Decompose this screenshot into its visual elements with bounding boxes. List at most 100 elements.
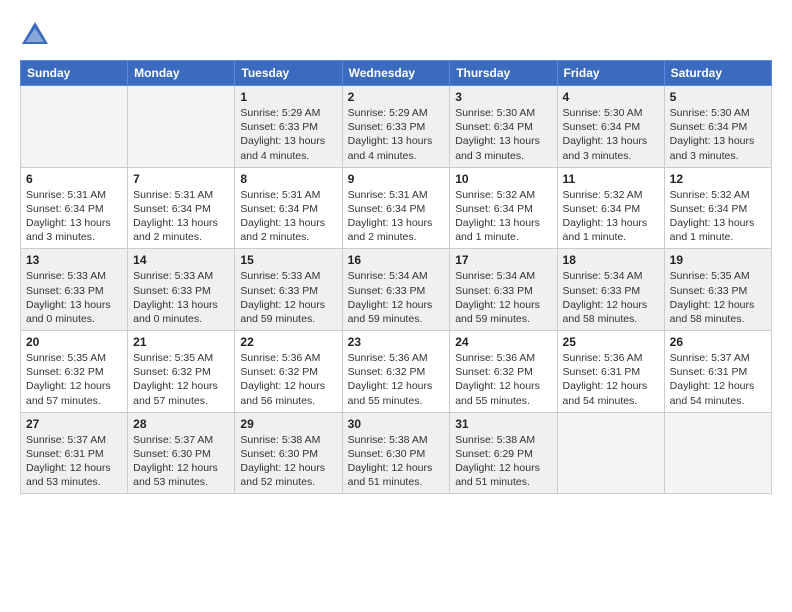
day-info: Sunrise: 5:32 AMSunset: 6:34 PMDaylight:… [670,188,766,245]
day-number: 12 [670,172,766,186]
day-info: Sunrise: 5:32 AMSunset: 6:34 PMDaylight:… [455,188,551,245]
day-number: 8 [240,172,336,186]
calendar-week-row: 20 Sunrise: 5:35 AMSunset: 6:32 PMDayligh… [21,331,772,413]
day-number: 31 [455,417,551,431]
calendar-day-cell: 22Sunrise: 5:36 AMSunset: 6:32 PMDayligh… [235,331,342,413]
calendar-table: SundayMondayTuesdayWednesdayThursdayFrid… [20,60,772,494]
calendar-day-cell: 14 Sunrise: 5:33 AMSunset: 6:33 PMDayligh… [128,249,235,331]
day-info: Sunrise: 5:30 AMSunset: 6:34 PMDaylight:… [563,106,659,163]
calendar-week-row: 1 Sunrise: 5:29 AMSunset: 6:33 PMDaylight… [21,86,772,168]
day-info: Sunrise: 5:32 AMSunset: 6:34 PMDaylight:… [563,188,659,245]
calendar-day-cell: 25 Sunrise: 5:36 AMSunset: 6:31 PMDayligh… [557,331,664,413]
day-number: 14 [133,253,229,267]
calendar-day-cell: 28 Sunrise: 5:37 AMSunset: 6:30 PMDayligh… [128,412,235,494]
day-number: 17 [455,253,551,267]
day-number: 11 [563,172,659,186]
calendar-day-cell: 18Sunrise: 5:34 AMSunset: 6:33 PMDayligh… [557,249,664,331]
day-info: Sunrise: 5:36 AMSunset: 6:31 PMDaylight:… [563,351,659,408]
day-number: 25 [563,335,659,349]
calendar-day-cell: 8 Sunrise: 5:31 AMSunset: 6:34 PMDaylight… [235,167,342,249]
calendar-day-cell: 6 Sunrise: 5:31 AMSunset: 6:34 PMDaylight… [21,167,128,249]
calendar-day-cell: 30Sunrise: 5:38 AMSunset: 6:30 PMDayligh… [342,412,450,494]
weekday-header: Thursday [450,61,557,86]
calendar-day-cell [128,86,235,168]
weekday-header: Wednesday [342,61,450,86]
calendar-day-cell: 12 Sunrise: 5:32 AMSunset: 6:34 PMDayligh… [664,167,771,249]
day-number: 23 [348,335,445,349]
day-number: 19 [670,253,766,267]
weekday-header: Monday [128,61,235,86]
calendar-day-cell: 19 Sunrise: 5:35 AMSunset: 6:33 PMDayligh… [664,249,771,331]
day-number: 1 [240,90,336,104]
day-info: Sunrise: 5:34 AMSunset: 6:33 PMDaylight:… [563,269,659,326]
day-info: Sunrise: 5:38 AMSunset: 6:30 PMDaylight:… [240,433,336,490]
weekday-header: Tuesday [235,61,342,86]
calendar-day-cell: 16 Sunrise: 5:34 AMSunset: 6:33 PMDayligh… [342,249,450,331]
day-info: Sunrise: 5:35 AMSunset: 6:32 PMDaylight:… [133,351,229,408]
calendar-day-cell: 29 Sunrise: 5:38 AMSunset: 6:30 PMDayligh… [235,412,342,494]
day-info: Sunrise: 5:33 AMSunset: 6:33 PMDaylight:… [240,269,336,326]
day-info: Sunrise: 5:37 AMSunset: 6:31 PMDaylight:… [26,433,122,490]
day-number: 27 [26,417,122,431]
day-number: 26 [670,335,766,349]
day-number: 30 [348,417,445,431]
calendar-day-cell: 23 Sunrise: 5:36 AMSunset: 6:32 PMDayligh… [342,331,450,413]
day-info: Sunrise: 5:31 AMSunset: 6:34 PMDaylight:… [240,188,336,245]
day-number: 4 [563,90,659,104]
day-number: 6 [26,172,122,186]
calendar-day-cell: 20 Sunrise: 5:35 AMSunset: 6:32 PMDayligh… [21,331,128,413]
day-info: Sunrise: 5:30 AMSunset: 6:34 PMDaylight:… [670,106,766,163]
day-number: 9 [348,172,445,186]
calendar-week-row: 13Sunrise: 5:33 AMSunset: 6:33 PMDayligh… [21,249,772,331]
logo [20,20,54,50]
day-info: Sunrise: 5:35 AMSunset: 6:33 PMDaylight:… [670,269,766,326]
calendar-day-cell [21,86,128,168]
weekday-header: Sunday [21,61,128,86]
calendar-day-cell: 10 Sunrise: 5:32 AMSunset: 6:34 PMDayligh… [450,167,557,249]
calendar-day-cell: 9 Sunrise: 5:31 AMSunset: 6:34 PMDaylight… [342,167,450,249]
calendar-day-cell: 26 Sunrise: 5:37 AMSunset: 6:31 PMDayligh… [664,331,771,413]
day-info: Sunrise: 5:29 AMSunset: 6:33 PMDaylight:… [240,106,336,163]
calendar-day-cell: 24Sunrise: 5:36 AMSunset: 6:32 PMDayligh… [450,331,557,413]
day-number: 29 [240,417,336,431]
day-number: 22 [240,335,336,349]
weekday-header: Friday [557,61,664,86]
calendar-day-cell: 13Sunrise: 5:33 AMSunset: 6:33 PMDayligh… [21,249,128,331]
calendar-day-cell [557,412,664,494]
calendar-day-cell: 11 Sunrise: 5:32 AMSunset: 6:34 PMDayligh… [557,167,664,249]
day-number: 16 [348,253,445,267]
day-info: Sunrise: 5:34 AMSunset: 6:33 PMDaylight:… [348,269,445,326]
calendar-day-cell: 17 Sunrise: 5:34 AMSunset: 6:33 PMDayligh… [450,249,557,331]
day-info: Sunrise: 5:37 AMSunset: 6:31 PMDaylight:… [670,351,766,408]
day-info: Sunrise: 5:36 AMSunset: 6:32 PMDaylight:… [348,351,445,408]
logo-icon [20,20,50,50]
day-number: 7 [133,172,229,186]
day-number: 3 [455,90,551,104]
calendar-day-cell: 3 Sunrise: 5:30 AMSunset: 6:34 PMDaylight… [450,86,557,168]
day-info: Sunrise: 5:30 AMSunset: 6:34 PMDaylight:… [455,106,551,163]
day-number: 2 [348,90,445,104]
day-number: 21 [133,335,229,349]
calendar-day-cell: 4 Sunrise: 5:30 AMSunset: 6:34 PMDaylight… [557,86,664,168]
day-info: Sunrise: 5:31 AMSunset: 6:34 PMDaylight:… [26,188,122,245]
weekday-header: Saturday [664,61,771,86]
calendar-day-cell: 21 Sunrise: 5:35 AMSunset: 6:32 PMDayligh… [128,331,235,413]
day-info: Sunrise: 5:31 AMSunset: 6:34 PMDaylight:… [348,188,445,245]
day-info: Sunrise: 5:35 AMSunset: 6:32 PMDaylight:… [26,351,122,408]
day-number: 15 [240,253,336,267]
day-number: 20 [26,335,122,349]
page-header [20,20,772,50]
day-number: 24 [455,335,551,349]
calendar-day-cell [664,412,771,494]
day-number: 10 [455,172,551,186]
day-number: 28 [133,417,229,431]
day-info: Sunrise: 5:34 AMSunset: 6:33 PMDaylight:… [455,269,551,326]
calendar-day-cell: 5Sunrise: 5:30 AMSunset: 6:34 PMDaylight… [664,86,771,168]
day-info: Sunrise: 5:33 AMSunset: 6:33 PMDaylight:… [133,269,229,326]
day-info: Sunrise: 5:38 AMSunset: 6:29 PMDaylight:… [455,433,551,490]
calendar-day-cell: 27 Sunrise: 5:37 AMSunset: 6:31 PMDayligh… [21,412,128,494]
day-info: Sunrise: 5:31 AMSunset: 6:34 PMDaylight:… [133,188,229,245]
day-info: Sunrise: 5:37 AMSunset: 6:30 PMDaylight:… [133,433,229,490]
calendar-day-cell: 15 Sunrise: 5:33 AMSunset: 6:33 PMDayligh… [235,249,342,331]
calendar-day-cell: 2Sunrise: 5:29 AMSunset: 6:33 PMDaylight… [342,86,450,168]
